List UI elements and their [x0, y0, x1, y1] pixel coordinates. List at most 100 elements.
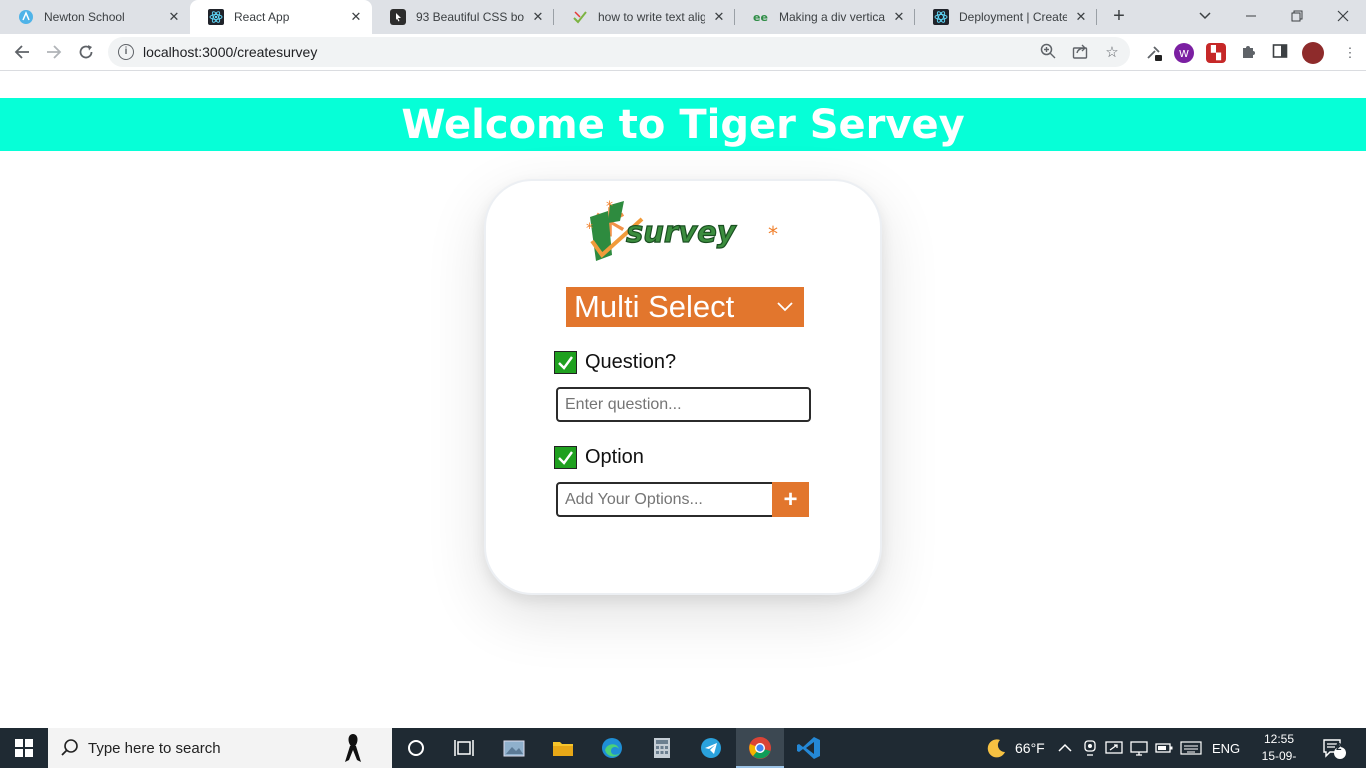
new-tab-button[interactable]: +: [1108, 6, 1130, 28]
share-icon[interactable]: [1070, 43, 1090, 63]
battery-tray-icon[interactable]: [1155, 728, 1173, 768]
vscode-icon[interactable]: [797, 736, 821, 760]
tab-strip: Newton School ✕ React App ✕ 93 Beautiful…: [0, 0, 1366, 34]
option-toggle-row: Option: [554, 446, 644, 469]
survey-card: * survey * * * Multi Select Question? En…: [484, 179, 882, 595]
question-checkbox[interactable]: [554, 351, 577, 374]
clock[interactable]: 12:55 15-09-2022: [1256, 731, 1302, 782]
reload-icon[interactable]: [74, 40, 98, 64]
tab-div-vertically[interactable]: ee Making a div vertically ✕: [735, 0, 915, 34]
search-placeholder: Type here to search: [88, 739, 221, 757]
tray-chevron-up-icon[interactable]: [1058, 728, 1072, 768]
checkmark-icon: [558, 356, 573, 370]
close-icon[interactable]: ✕: [711, 9, 727, 25]
tab-title: Newton School: [44, 10, 125, 24]
language-text: ENG: [1212, 740, 1241, 756]
page-title: Welcome to Tiger Servey: [401, 101, 965, 148]
eyedropper-extension-icon[interactable]: [1144, 43, 1164, 63]
logo-text: survey: [626, 215, 737, 249]
svg-text:*: *: [606, 199, 613, 215]
chevron-down-icon: [777, 302, 793, 312]
tab-title: Making a div vertically: [779, 10, 885, 24]
add-option-button[interactable]: +: [772, 482, 809, 517]
tab-title: 93 Beautiful CSS box-s: [416, 10, 524, 24]
question-type-value: Multi Select: [574, 289, 735, 324]
webcam-tray-icon[interactable]: [1083, 728, 1097, 768]
weather-widget[interactable]: 66°F: [985, 728, 1045, 768]
keyboard-tray-icon[interactable]: [1180, 728, 1202, 768]
survey-logo: * survey * * *: [586, 197, 778, 263]
side-panel-icon[interactable]: [1270, 43, 1290, 63]
question-type-select[interactable]: Multi Select: [566, 287, 804, 327]
clock-time: 12:55: [1263, 732, 1295, 746]
forward-arrow-icon[interactable]: [42, 40, 66, 64]
zoom-icon[interactable]: [1038, 43, 1058, 63]
option-label: Option: [585, 446, 644, 468]
site-info-icon[interactable]: i: [118, 44, 134, 60]
question-placeholder: Enter question...: [565, 395, 682, 413]
w-extension-icon[interactable]: w: [1174, 43, 1194, 63]
photos-app-icon[interactable]: [502, 736, 526, 760]
option-placeholder: Add Your Options...: [565, 490, 703, 508]
tab-title: how to write text align: [598, 10, 705, 24]
telegram-icon[interactable]: [699, 736, 723, 760]
address-bar[interactable]: i localhost:3000/createsurvey ☆: [108, 37, 1130, 67]
tab-title: React App: [234, 10, 290, 24]
option-checkbox[interactable]: [554, 446, 577, 469]
cortana-circle-icon[interactable]: [404, 736, 428, 760]
close-icon[interactable]: ✕: [166, 9, 182, 25]
close-icon[interactable]: ✕: [530, 9, 546, 25]
tab-css-box-shadow[interactable]: 93 Beautiful CSS box-s ✕: [372, 0, 554, 34]
tab-newton-school[interactable]: Newton School ✕: [0, 0, 190, 34]
kebab-menu-icon[interactable]: ⋮: [1340, 43, 1360, 63]
geeksforgeeks-icon: ee: [753, 9, 769, 25]
search-icon: [61, 739, 78, 756]
clock-date: 15-09-2022: [1261, 749, 1297, 780]
browser-toolbar: i localhost:3000/createsurvey ☆ w ▚ ⋮: [0, 34, 1366, 71]
tab-search-chevron-icon[interactable]: [1182, 0, 1228, 32]
task-view-icon[interactable]: [452, 736, 476, 760]
file-explorer-icon[interactable]: [551, 736, 575, 760]
tab-react-app[interactable]: React App ✕: [190, 0, 372, 34]
restore-button[interactable]: [1274, 0, 1320, 32]
svg-text:*: *: [586, 221, 593, 237]
calculator-icon[interactable]: [650, 736, 674, 760]
puzzle-extensions-icon[interactable]: [1238, 43, 1258, 63]
url-text: localhost:3000/createsurvey: [143, 44, 318, 60]
edge-browser-icon[interactable]: [600, 736, 624, 760]
svg-text:ee: ee: [753, 11, 768, 24]
notifications-icon[interactable]: 2: [1322, 728, 1346, 768]
option-input[interactable]: Add Your Options...: [556, 482, 774, 517]
taskbar-search[interactable]: Type here to search: [48, 728, 392, 768]
checkmark-icon: [558, 451, 573, 465]
cursor-page-icon: [390, 9, 406, 25]
notification-count: 2: [1336, 742, 1342, 753]
close-icon[interactable]: ✕: [1073, 9, 1089, 25]
windows-start-icon[interactable]: [0, 728, 48, 768]
chrome-icon[interactable]: [748, 736, 772, 760]
weather-temp: 66°F: [1015, 740, 1045, 756]
question-label: Question?: [585, 351, 677, 373]
question-toggle-row: Question?: [554, 351, 676, 374]
close-icon[interactable]: ✕: [891, 9, 907, 25]
question-input[interactable]: Enter question...: [556, 387, 811, 422]
close-icon[interactable]: ✕: [348, 9, 364, 25]
network-tray-icon[interactable]: [1130, 728, 1148, 768]
back-arrow-icon[interactable]: [10, 40, 34, 64]
svg-text:*: *: [768, 222, 778, 246]
page-banner: Welcome to Tiger Servey: [0, 98, 1366, 151]
tab-deployment[interactable]: Deployment | Create R ✕: [915, 0, 1097, 34]
tab-title: Deployment | Create R: [959, 10, 1067, 24]
close-window-button[interactable]: [1320, 0, 1366, 32]
newton-school-icon: [18, 9, 34, 25]
react-icon: [933, 9, 949, 25]
bookmark-star-icon[interactable]: ☆: [1102, 43, 1122, 63]
check-x-icon: [572, 9, 588, 25]
minimize-button[interactable]: [1228, 0, 1274, 32]
ribbon-icon: [345, 734, 361, 762]
screen-share-tray-icon[interactable]: [1105, 728, 1123, 768]
red-extension-icon[interactable]: ▚: [1206, 43, 1226, 63]
language-indicator[interactable]: ENG: [1212, 728, 1240, 768]
tab-text-align[interactable]: how to write text align ✕: [554, 0, 735, 34]
profile-avatar[interactable]: [1302, 42, 1324, 64]
